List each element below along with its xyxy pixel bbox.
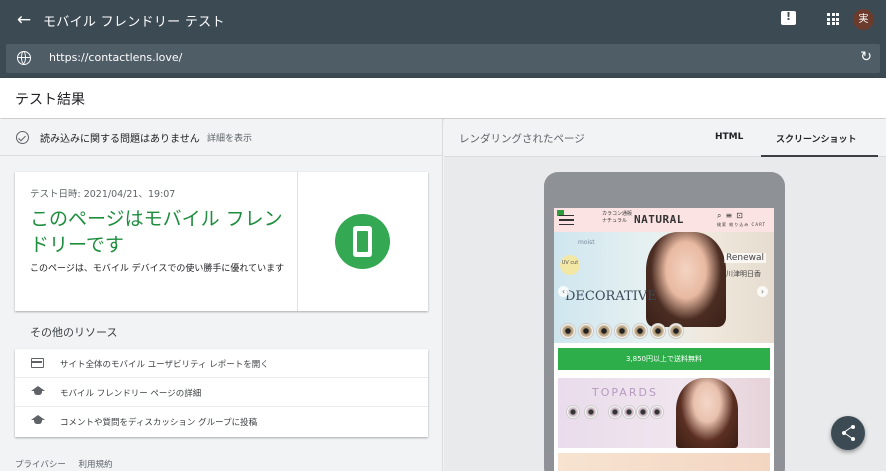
model-photo [646,232,726,327]
share-icon[interactable] [831,416,865,450]
lens-sample [650,323,666,339]
card-divider [297,172,298,311]
rendered-page-heading: レンダリングされたページ [459,133,585,145]
verdict-description: このページは、モバイル デバイスでの使い勝手に優れています [30,264,285,274]
hero-name: 川津明日香 [726,270,761,278]
footer-links: プライバシー 利用規約 [15,458,123,470]
mobile-phone-icon [335,214,390,269]
top-app-bar: ← モバイル フレンドリー テスト 実 [0,0,886,40]
tab-screenshot[interactable]: スクリーンショット [776,132,857,145]
feedback-icon[interactable] [781,10,796,25]
chevron-right-icon: › [757,286,768,297]
school-icon [31,415,45,424]
lens-sample [596,323,612,339]
terms-link[interactable]: 利用規約 [79,460,113,470]
lens-sample [614,323,630,339]
lens-sample [578,323,594,339]
model-photo [676,378,738,448]
lens-sample [668,323,684,339]
privacy-link[interactable]: プライバシー [15,460,66,470]
resource-item-usability-report[interactable]: サイト全体のモバイル ユーザビリティ レポートを開く [15,349,428,378]
report-icon [31,358,44,368]
device-frame: カラコン通販 ナチュラル NATURAL ⌕≡⊡ 検索 絞り込み CART mo… [544,172,785,471]
school-icon [31,386,45,395]
check-circle-icon [16,131,29,144]
url-text[interactable]: https://contactlens.love/ [49,51,182,64]
view-details-link[interactable]: 詳細を表示 [207,131,252,144]
free-shipping-banner: 3,850円以上で送料無料 [558,348,770,370]
hero-banner: moist UV cut DECORATIVE Renewal 川津明日香 ‹ … [554,232,774,343]
test-date: テスト日時: 2021/04/21、19:07 [30,189,176,200]
hero-moist-text: moist [578,239,595,246]
resource-label: コメントや質問をディスカッション グループに投稿 [60,418,258,428]
topards-banner: TOPARDS [558,378,770,448]
hero-logo: DECORATIVE [565,289,657,304]
site-header-labels: 検索 絞り込み CART [717,222,767,227]
resource-label: サイト全体のモバイル ユーザビリティ レポートを開く [60,360,269,370]
globe-icon [17,51,31,65]
lens-sample [566,405,580,419]
app-title: モバイル フレンドリー テスト [43,15,225,30]
rendered-screenshot[interactable]: カラコン通販 ナチュラル NATURAL ⌕≡⊡ 検索 絞り込み CART mo… [554,208,774,471]
hero-renewal: Renewal [724,253,767,263]
other-resources-heading: その他のリソース [30,326,118,339]
tab-html[interactable]: HTML [715,132,743,142]
results-header: テスト結果 [0,78,886,118]
lens-sample [636,405,650,419]
topards-title: TOPARDS [592,386,658,399]
refresh-icon[interactable]: ↻ [860,49,872,65]
lens-sample [632,323,648,339]
right-panel: レンダリングされたページ HTML スクリーンショット カラコン通販 ナチュラル… [444,119,886,471]
url-field[interactable]: https://contactlens.love/ ↻ [6,44,880,73]
site-header-icons: ⌕≡⊡ [717,211,747,220]
issue-message: 読み込みに関する問題はありません [40,134,200,145]
rendered-page-header: レンダリングされたページ HTML スクリーンショット [444,119,886,157]
lens-sample [584,405,598,419]
verdict-heading: このページはモバイル フレンドリーです [30,208,283,256]
uv-cut-badge: UV cut [560,255,580,275]
site-brand-logo: NATURAL [634,213,684,226]
active-tab-indicator [761,155,878,157]
site-header: カラコン通販 ナチュラル NATURAL ⌕≡⊡ 検索 絞り込み CART [554,208,774,232]
chevron-left-icon: ‹ [558,286,569,297]
avatar[interactable]: 実 [853,9,874,30]
resource-item-discussion-group[interactable]: コメントや質問をディスカッション グループに投稿 [15,407,428,436]
result-card: テスト日時: 2021/04/21、19:07 このページはモバイル フレンドリ… [15,172,428,311]
lens-sample [622,405,636,419]
arrow-back-icon[interactable]: ← [13,9,35,31]
hamburger-menu-icon [559,215,574,225]
resource-label: モバイル フレンドリー ページの詳細 [60,389,202,399]
resource-item-mobile-friendly-details[interactable]: モバイル フレンドリー ページの詳細 [15,378,428,407]
apps-grid-icon[interactable] [827,13,839,25]
lens-sample [608,405,622,419]
left-panel: 読み込みに関する問題はありません 詳細を表示 テスト日時: 2021/04/21… [0,119,443,471]
url-bar: https://contactlens.love/ ↻ [0,40,886,78]
page-title: テスト結果 [15,92,85,108]
promo-banner [558,453,770,471]
lens-sample [650,405,664,419]
loading-issues-row: 読み込みに関する問題はありません 詳細を表示 [0,119,443,156]
lens-sample [560,323,576,339]
resources-list: サイト全体のモバイル ユーザビリティ レポートを開く モバイル フレンドリー ペ… [15,349,428,437]
site-subtitle: カラコン通販 ナチュラル [602,211,633,224]
